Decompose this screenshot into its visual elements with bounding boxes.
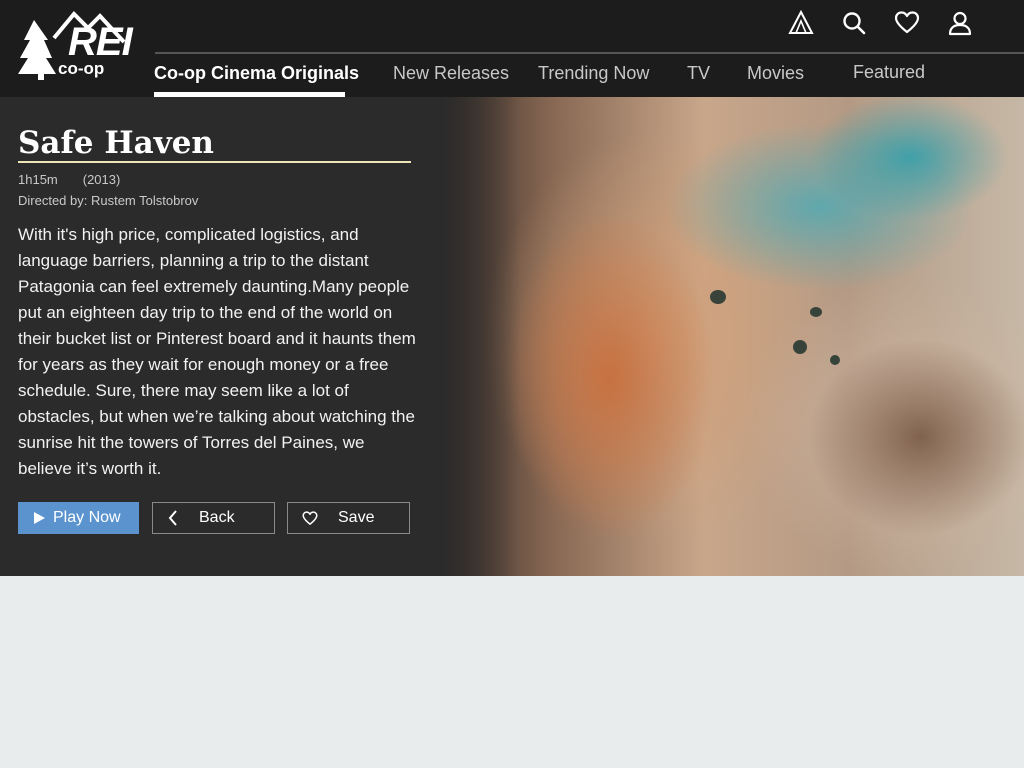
nav-divider bbox=[155, 52, 1024, 54]
tab-coop-cinema-originals[interactable]: Co-op Cinema Originals bbox=[154, 62, 359, 84]
header-actions bbox=[786, 8, 974, 38]
image-detail bbox=[810, 307, 822, 317]
tab-featured[interactable]: Featured bbox=[853, 61, 925, 83]
logo-coop-text: co-op bbox=[58, 59, 105, 78]
chevron-left-icon bbox=[165, 510, 181, 526]
title-underline bbox=[18, 161, 411, 163]
movie-year: (2013) bbox=[82, 172, 121, 187]
tab-trending-now[interactable]: Trending Now bbox=[538, 62, 649, 84]
back-button[interactable]: Back bbox=[152, 502, 275, 534]
tab-new-releases[interactable]: New Releases bbox=[393, 62, 509, 84]
logo-rei-text: REI bbox=[68, 20, 133, 64]
movie-description: With it's high price, complicated logist… bbox=[18, 225, 416, 478]
save-button[interactable]: Save bbox=[287, 502, 410, 534]
movie-still-image bbox=[440, 97, 1024, 576]
image-detail bbox=[793, 340, 807, 354]
camp-tent-icon[interactable] bbox=[786, 9, 815, 38]
movie-detail-hero: Safe Haven 1h15m (2013) Directed by: Rust… bbox=[0, 97, 1024, 576]
movie-director: Directed by: Rustem Tolstobrov bbox=[18, 193, 199, 208]
tab-movies[interactable]: Movies bbox=[747, 62, 804, 84]
image-detail bbox=[830, 355, 840, 365]
movie-runtime: 1h15m bbox=[18, 172, 58, 187]
rei-coop-logo[interactable]: REI co-op bbox=[16, 10, 133, 80]
empty-content-area bbox=[0, 576, 1024, 768]
play-now-button[interactable]: Play Now bbox=[18, 502, 139, 534]
movie-meta: 1h15m (2013) bbox=[18, 172, 120, 188]
movie-title: Safe Haven bbox=[18, 125, 214, 161]
back-label: Back bbox=[199, 509, 235, 526]
tab-tv[interactable]: TV bbox=[687, 62, 710, 84]
top-header: REI co-op Co-op Cinema Originals New Rel… bbox=[0, 0, 1024, 97]
play-now-label: Play Now bbox=[53, 509, 121, 526]
heart-outline-icon bbox=[302, 510, 318, 526]
heart-icon[interactable] bbox=[892, 9, 921, 38]
play-icon bbox=[31, 510, 47, 526]
image-detail bbox=[710, 290, 726, 304]
user-icon[interactable] bbox=[945, 9, 974, 38]
save-label: Save bbox=[338, 509, 375, 526]
search-icon[interactable] bbox=[839, 9, 868, 38]
